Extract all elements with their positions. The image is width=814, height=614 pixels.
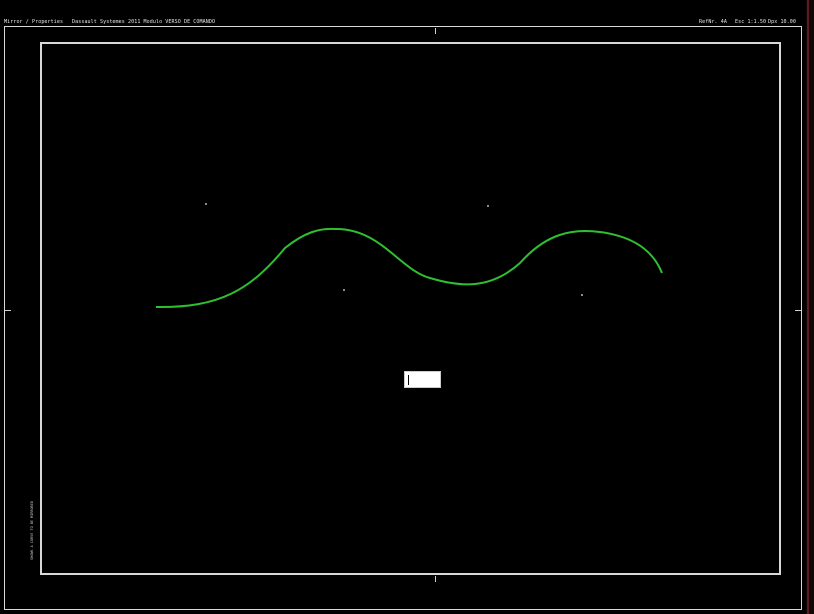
window-edge [806, 0, 814, 614]
spline-curve[interactable] [0, 0, 814, 614]
vertical-sheet-label: SHOWS A CURVE TO BE MIRRORED [30, 500, 34, 560]
text-cursor [408, 375, 409, 385]
edge-line [807, 0, 809, 614]
command-input-box[interactable] [404, 371, 441, 388]
curve-path[interactable] [155, 227, 663, 309]
cad-viewport[interactable]: Mirror / Properties Dassault Systemes 20… [0, 0, 814, 614]
